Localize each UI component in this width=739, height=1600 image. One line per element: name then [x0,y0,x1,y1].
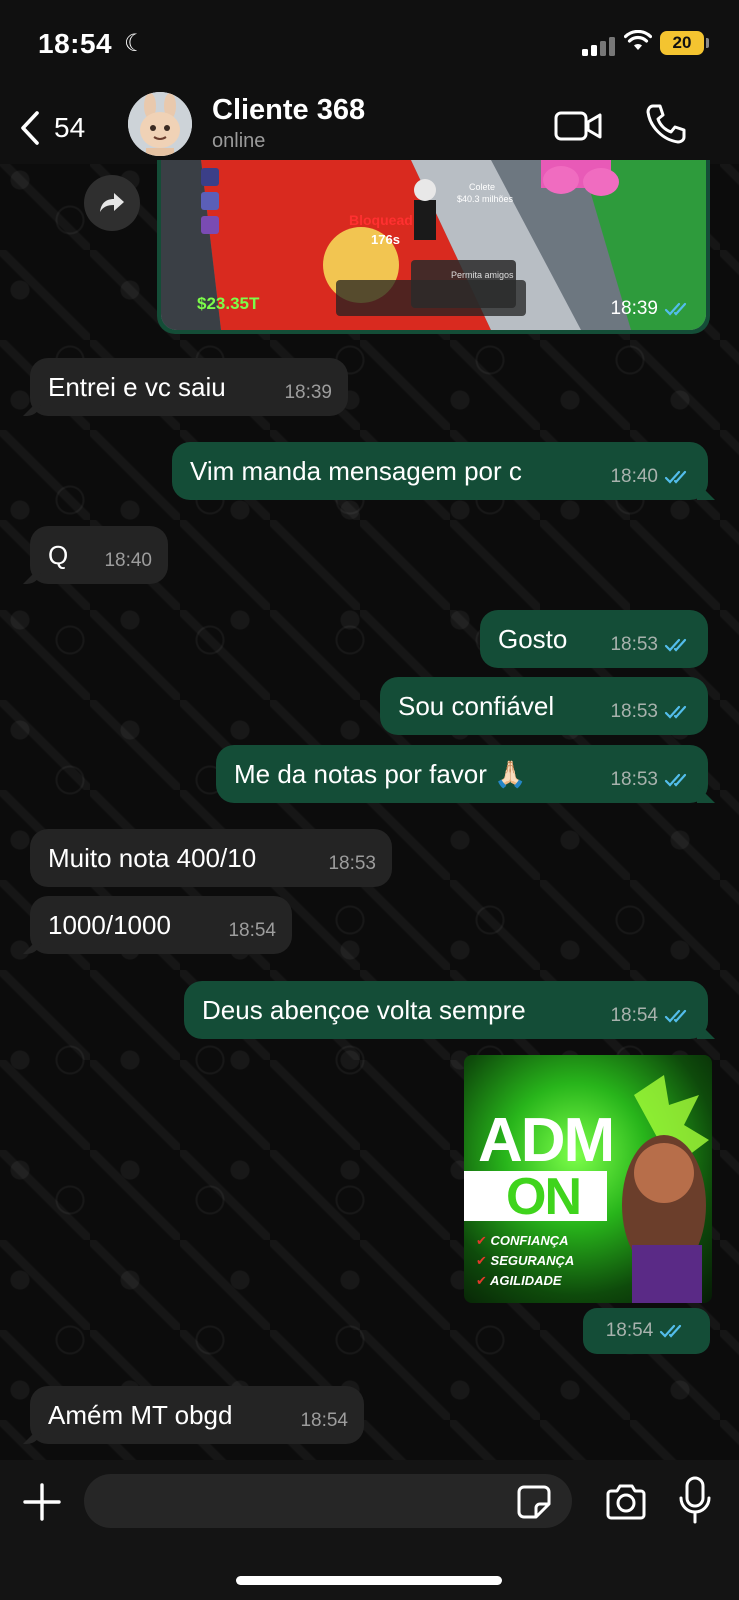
adm-feature-item: ✔ AGILIDADE [476,1273,562,1288]
message-time: 18:54 [605,1320,654,1341]
wifi-icon [624,30,652,50]
game-friends-label: Permita amigos [451,270,514,280]
battery-tip [706,38,709,48]
message-bubble-incoming[interactable]: Muito nota 400/10 18:53 [30,829,392,887]
message-text: Deus abençoe volta sempre [202,995,526,1025]
camera-icon[interactable] [604,1480,648,1524]
read-ticks-icon [664,302,687,316]
message-time: 18:53 [610,634,658,655]
message-time: 18:40 [610,466,658,487]
unread-count: 54 [54,112,86,143]
microphone-icon[interactable] [678,1476,712,1526]
adm-feature-item: ✔ SEGURANÇA [476,1253,575,1268]
avatar[interactable] [128,92,192,156]
message-meta: 18:54 [300,1392,348,1450]
game-screenshot[interactable]: $23.35T Bloquead 176s Colete $40.3 milhõ… [161,160,706,330]
message-meta: 18:54 [610,987,692,1045]
message-meta: 18:39 [610,298,692,320]
message-time: 18:54 [228,920,276,941]
message-text: Me da notas por favor 🙏🏻 [234,759,527,789]
message-time: 18:54 [610,1005,658,1026]
adm-subheadline: ON [506,1168,582,1226]
message-meta: 18:53 [610,751,692,809]
message-text: Amém MT obgd [48,1400,233,1430]
message-meta: 18:53 [610,683,692,741]
contact-status: online [212,130,266,152]
message-meta: 18:40 [104,532,152,590]
read-ticks-icon [664,705,687,719]
message-time: 18:53 [610,701,658,722]
forward-button[interactable] [84,175,140,231]
focus-moon-icon: ☾ [124,30,146,57]
message-bubble-incoming[interactable]: 1000/1000 18:54 [30,896,292,954]
message-meta: 18:54 [583,1308,710,1354]
message-time: 18:39 [610,298,658,319]
adm-headline: ADM [478,1106,615,1175]
back-button[interactable]: 54 [20,108,110,148]
message-text: 1000/1000 [48,910,171,940]
battery-icon: 20 [660,31,704,55]
message-meta: 18:53 [328,835,376,893]
video-call-icon[interactable] [554,106,604,146]
message-text: Gosto [498,624,568,654]
message-text: Sou confiável [398,691,555,721]
message-time: 18:54 [300,1410,348,1431]
message-bubble-incoming[interactable]: Amém MT obgd 18:54 [30,1386,364,1444]
sticker-icon[interactable] [516,1484,552,1520]
message-text: Q [48,540,69,570]
message-text: Entrei e vc saiu [48,372,226,402]
image-message-adm-on[interactable]: ADM ON ✔ CONFIANÇA ✔ SEGURANÇA ✔ AGILIDA… [464,1055,712,1303]
status-bar: 18:54 ☾ 20 [0,0,739,86]
message-bubble-incoming[interactable]: Entrei e vc saiu 18:39 [30,358,348,416]
image-message-game[interactable]: $23.35T Bloquead 176s Colete $40.3 milhõ… [157,160,710,334]
plus-icon[interactable] [20,1480,64,1524]
message-meta: 18:54 [228,902,276,960]
message-time: 18:40 [104,550,152,571]
message-meta: 18:40 [610,448,692,506]
game-money: $23.35T [197,294,260,313]
signal-icon [582,36,616,56]
home-indicator[interactable] [236,1576,502,1585]
phone-icon[interactable] [644,102,688,146]
read-ticks-icon [664,638,687,652]
game-collect-label: Colete [469,182,496,192]
read-ticks-icon [660,1324,682,1338]
message-text: Muito nota 400/10 [48,843,257,873]
forward-icon [100,193,124,212]
back-chevron-icon [21,111,39,145]
game-timer: 176s [371,232,400,247]
message-input[interactable] [84,1474,572,1528]
status-time: 18:54 [38,28,113,59]
read-ticks-icon [664,773,687,787]
message-text: Vim manda mensagem por c [190,456,522,486]
chat-header: 54 Cliente 368 online [0,86,739,164]
message-bubble-outgoing[interactable]: Deus abençoe volta sempre 18:54 [184,981,708,1039]
message-meta: 18:53 [610,616,692,674]
adm-feature-list: ✔ CONFIANÇA ✔ SEGURANÇA ✔ AGILIDADE [476,1231,574,1291]
adm-feature-item: ✔ CONFIANÇA [476,1233,569,1248]
avatar-character-icon [128,92,192,156]
message-time: 18:53 [610,769,658,790]
read-ticks-icon [664,1009,687,1023]
message-bubble-outgoing[interactable]: Vim manda mensagem por c 18:40 [172,442,708,500]
game-collect-value: $40.3 milhões [457,194,514,204]
message-meta: 18:39 [284,364,332,422]
message-time: 18:39 [284,382,332,403]
contact-name[interactable]: Cliente 368 [212,94,365,127]
read-ticks-icon [664,470,687,484]
message-time: 18:53 [328,853,376,874]
message-bubble-outgoing[interactable]: Me da notas por favor 🙏🏻 18:53 [216,745,708,803]
message-bubble-incoming[interactable]: Q 18:40 [30,526,168,584]
message-bubble-outgoing[interactable]: Sou confiável 18:53 [380,677,708,735]
game-blocked-label: Bloquead [349,212,413,228]
message-bubble-outgoing[interactable]: Gosto 18:53 [480,610,708,668]
